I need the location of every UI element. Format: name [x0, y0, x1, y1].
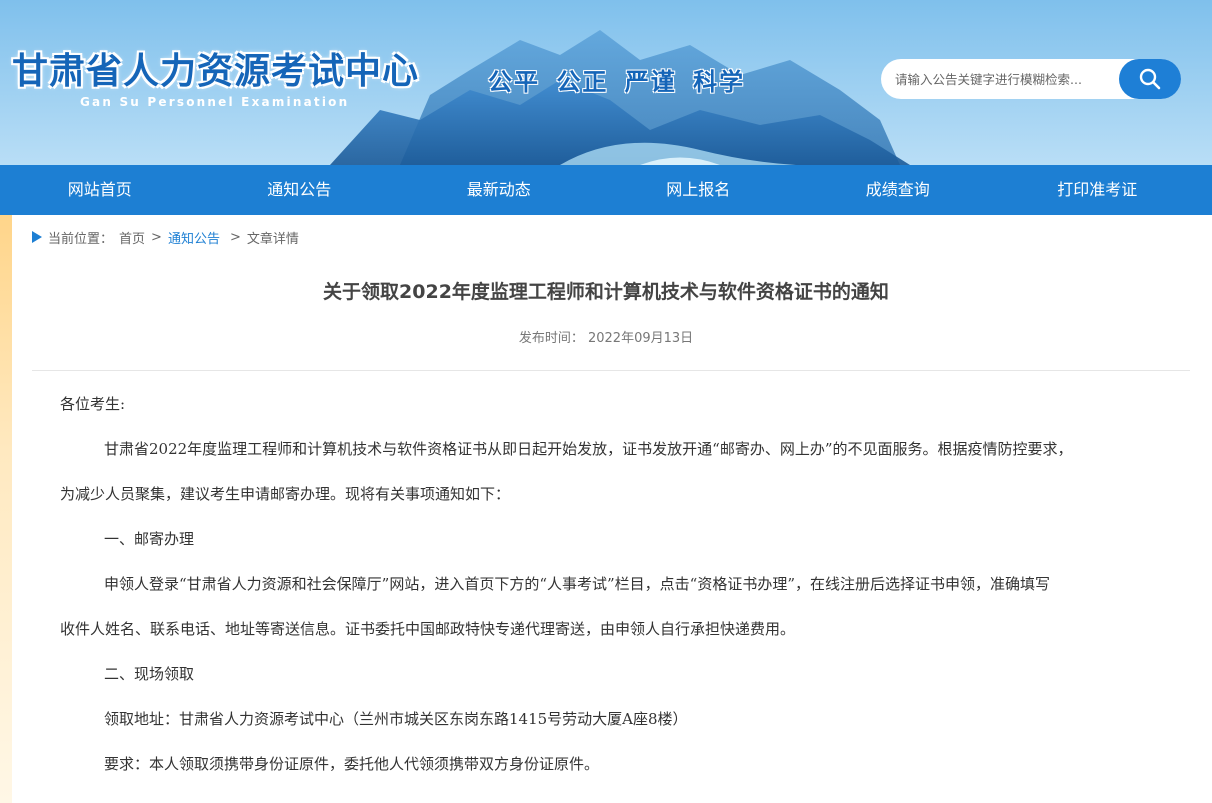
nav-item-print-ticket[interactable]: 打印准考证 — [998, 165, 1198, 215]
nav-item-home[interactable]: 网站首页 — [0, 165, 200, 215]
search-input[interactable] — [895, 69, 1115, 89]
paragraph-mail-line2: 收件人姓名、联系电话、地址等寄送信息。证书委托中国邮政特快专递代理寄送，由申领人… — [60, 620, 796, 638]
title-divider — [32, 370, 1190, 371]
header-banner: 甘肃省人力资源考试中心 Gan Su Personnel Examination… — [0, 0, 1212, 165]
publish-info: 发布时间： 2022年09月13日 — [0, 327, 1212, 346]
breadcrumb: 当前位置： 首页 > 通知公告 > 文章详情 — [32, 227, 299, 247]
nav-item-scores[interactable]: 成绩查询 — [798, 165, 998, 215]
breadcrumb-separator: > — [229, 229, 241, 245]
nav-item-notices[interactable]: 通知公告 — [200, 165, 400, 215]
site-title: 甘肃省人力资源考试中心 — [12, 51, 420, 92]
site-subtitle: Gan Su Personnel Examination — [80, 95, 350, 109]
breadcrumb-current: 文章详情 — [246, 231, 299, 247]
greeting: 各位考生: — [60, 395, 126, 413]
search-icon — [1139, 68, 1161, 90]
section-heading-mail: 一、邮寄办理 — [104, 530, 195, 548]
breadcrumb-notices[interactable]: 通知公告 — [168, 228, 220, 247]
article-title: 关于领取2022年度监理工程师和计算机技术与软件资格证书的通知 — [323, 281, 889, 303]
paragraph-intro-line2: 为减少人员聚集，建议考生申请邮寄办理。现将有关事项通知如下： — [60, 485, 511, 503]
site-motto: 公平 公正 严谨 科学 — [488, 67, 746, 96]
paragraph-mail-line1: 申领人登录“甘肃省人力资源和社会保障厅”网站，进入首页下方的“人事考试”栏目，点… — [104, 575, 1051, 593]
content-area: 当前位置： 首页 > 通知公告 > 文章详情 关于领取2022年度监理工程师和计… — [0, 215, 1212, 803]
nav-item-registration[interactable]: 网上报名 — [599, 165, 799, 215]
section-heading-onsite: 二、现场领取 — [104, 665, 195, 683]
paragraph-intro-line1: 甘肃省2022年度监理工程师和计算机技术与软件资格证书从即日起开始发放，证书发放… — [104, 440, 1073, 458]
paragraph-pickup-address: 领取地址：甘肃省人力资源考试中心（兰州市城关区东岗东路1415号劳动大厦A座8楼… — [104, 710, 688, 728]
nav-item-news[interactable]: 最新动态 — [399, 165, 599, 215]
search-box — [881, 59, 1181, 99]
publish-label: 发布时间： — [518, 331, 584, 346]
breadcrumb-home[interactable]: 首页 — [119, 228, 145, 247]
breadcrumb-separator: > — [151, 229, 162, 245]
publish-date: 2022年09月13日 — [587, 331, 694, 346]
breadcrumb-prefix: 当前位置： — [48, 231, 114, 247]
play-arrow-icon — [32, 231, 42, 243]
main-nav: 网站首页 通知公告 最新动态 网上报名 成绩查询 打印准考证 — [0, 165, 1212, 215]
search-button[interactable] — [1119, 59, 1181, 99]
paragraph-requirements: 要求：本人领取须携带身份证原件，委托他人代领须携带双方身份证原件。 — [104, 755, 600, 773]
